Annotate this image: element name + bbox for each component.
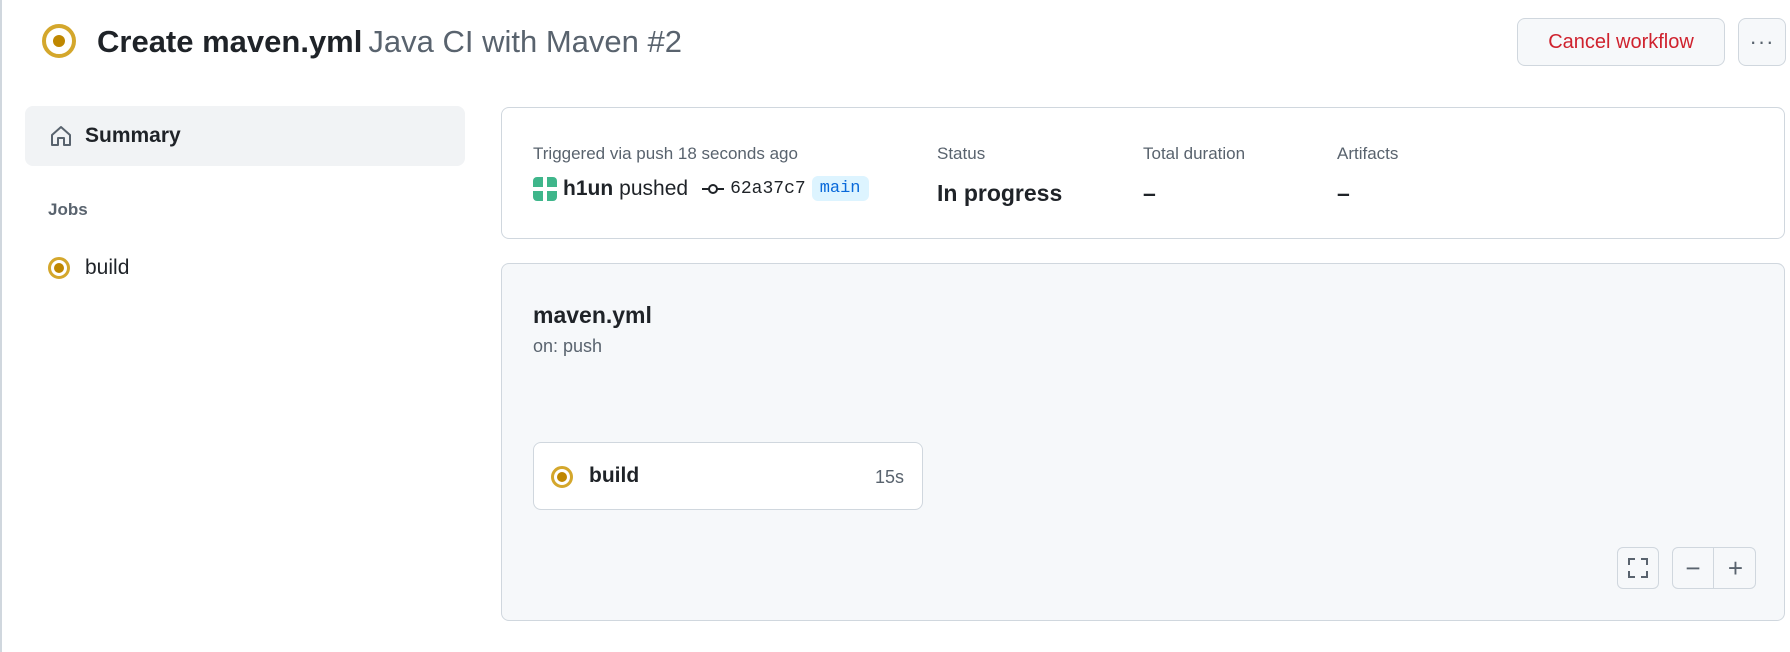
- duration-value: –: [1143, 180, 1156, 206]
- in-progress-icon: [48, 257, 70, 279]
- workflow-subtitle: Java CI with Maven #2: [368, 24, 682, 59]
- status-label: Status: [937, 144, 986, 163]
- minus-icon: −: [1685, 553, 1701, 583]
- window-edge: [0, 0, 2, 652]
- plus-icon: +: [1727, 553, 1744, 583]
- run-summary-card: Triggered via push 18 seconds ago h1un p…: [501, 107, 1785, 239]
- workflow-file-name: maven.yml: [533, 302, 652, 328]
- run-title: Create maven.yml: [97, 24, 363, 59]
- push-action-text: pushed: [619, 176, 689, 200]
- zoom-in-button[interactable]: +: [1715, 548, 1755, 588]
- workflow-graph: maven.yml on: push build 15s − +: [501, 263, 1785, 621]
- sidebar-item-label: Summary: [85, 124, 181, 147]
- zoom-out-button[interactable]: −: [1673, 548, 1714, 588]
- trigger-label: Triggered via push 18 seconds ago: [533, 144, 798, 163]
- job-node-name: build: [589, 464, 640, 487]
- jobs-heading: Jobs: [48, 200, 88, 219]
- workflow-trigger: on: push: [533, 336, 603, 356]
- page-header: Create maven.yml Java CI with Maven #2 Ca…: [0, 0, 1790, 90]
- sidebar-item-label: build: [85, 256, 130, 279]
- home-icon: [51, 126, 71, 146]
- branch-badge[interactable]: main: [811, 176, 869, 201]
- status-info: Status In progress: [937, 144, 1062, 207]
- artifacts-info: Artifacts –: [1337, 144, 1398, 207]
- zoom-controls: − +: [1672, 547, 1756, 589]
- push-details: h1un pushed 62a37c7 main: [533, 176, 869, 201]
- status-value: In progress: [937, 180, 1063, 206]
- artifacts-value: –: [1337, 180, 1350, 206]
- fullscreen-button[interactable]: [1617, 547, 1659, 589]
- in-progress-icon: [42, 24, 76, 58]
- duration-info: Total duration –: [1143, 144, 1245, 207]
- commit-sha-link[interactable]: 62a37c7: [730, 179, 806, 199]
- in-progress-icon: [551, 466, 573, 488]
- trigger-info: Triggered via push 18 seconds ago h1un p…: [533, 144, 869, 201]
- avatar[interactable]: [533, 176, 557, 201]
- sidebar-item-summary[interactable]: Summary: [25, 106, 465, 166]
- job-node-build[interactable]: build 15s: [533, 442, 923, 510]
- sidebar-item-build[interactable]: build: [25, 246, 465, 290]
- job-node-duration: 15s: [874, 467, 904, 487]
- actor-link[interactable]: h1un: [563, 177, 613, 201]
- artifacts-label: Artifacts: [1337, 144, 1399, 163]
- fullscreen-icon: [1628, 558, 1648, 578]
- kebab-icon: ···: [1749, 29, 1775, 54]
- duration-label: Total duration: [1143, 144, 1246, 163]
- more-options-button[interactable]: ···: [1738, 18, 1786, 66]
- page-title: Create maven.yml Java CI with Maven #2: [97, 22, 682, 62]
- cancel-workflow-button[interactable]: Cancel workflow: [1517, 18, 1725, 66]
- commit-icon: [702, 183, 725, 194]
